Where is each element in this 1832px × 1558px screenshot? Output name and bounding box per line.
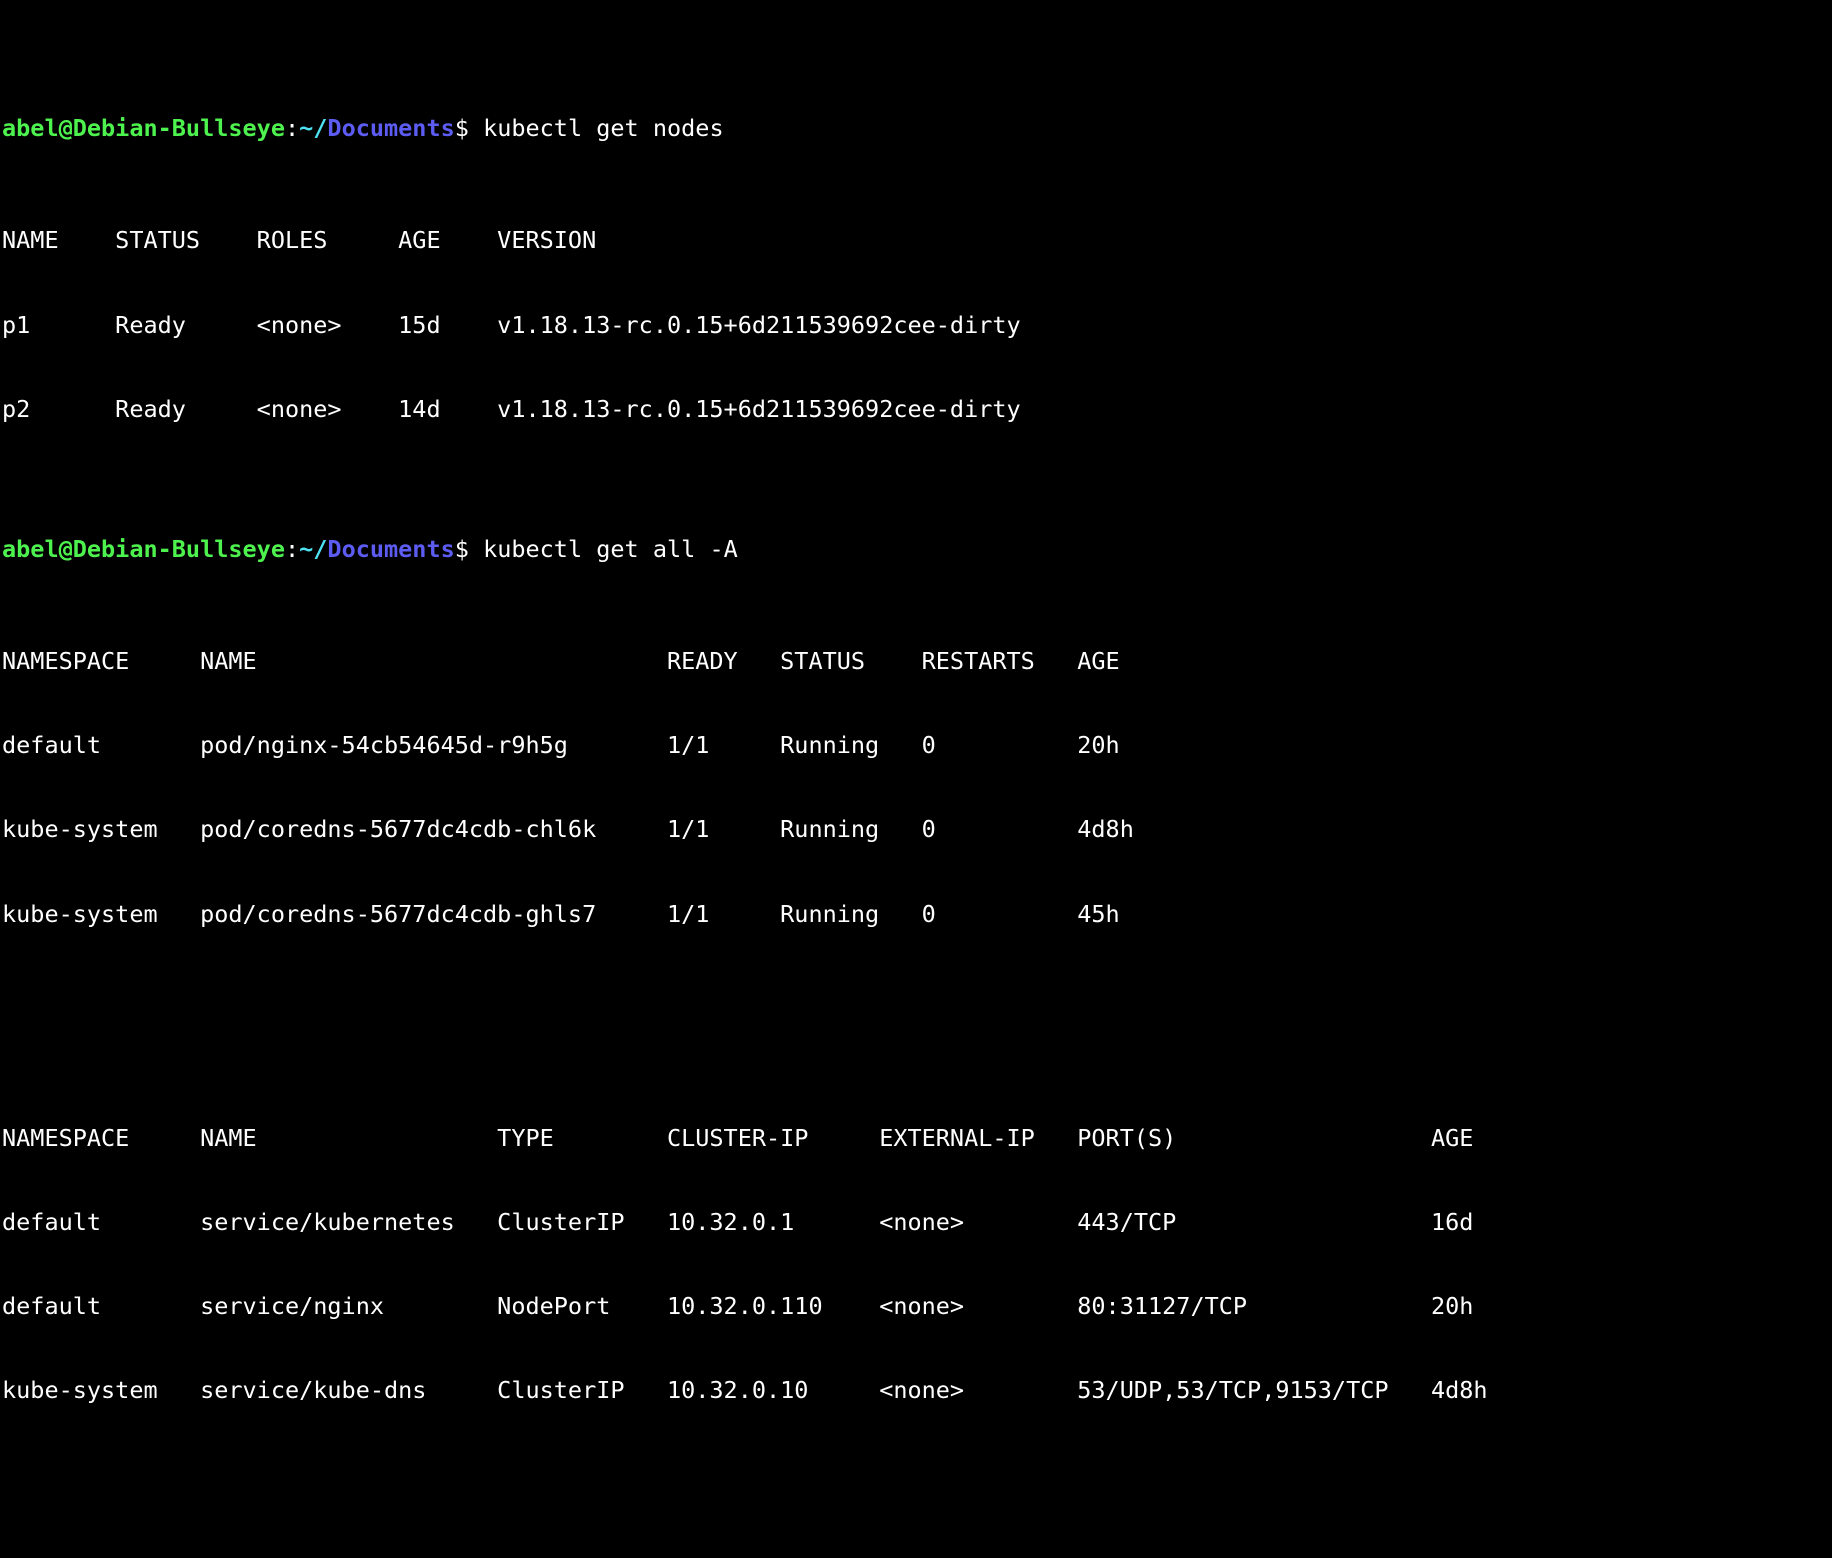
nodes-table-header: NAME STATUS ROLES AGE VERSION xyxy=(2,226,597,255)
table-row: p1 Ready <none> 15d v1.18.13-rc.0.15+6d2… xyxy=(2,310,1021,339)
services-table-header: NAMESPACE NAME TYPE CLUSTER-IP EXTERNAL-… xyxy=(2,1123,1474,1152)
prompt-user-host: abel@Debian-Bullseye xyxy=(2,534,285,563)
table-row: kube-system pod/coredns-5677dc4cdb-chl6k… xyxy=(2,815,1134,844)
prompt-line-1: abel@Debian-Bullseye:~/Documents$ kubect… xyxy=(2,114,1832,142)
command-get-nodes: kubectl get nodes xyxy=(468,114,724,143)
prompt-path: Documents xyxy=(327,534,455,563)
table-row: kube-system pod/coredns-5677dc4cdb-ghls7… xyxy=(2,899,1120,928)
table-row: default service/nginx NodePort 10.32.0.1… xyxy=(2,1292,1474,1321)
prompt-colon: : xyxy=(284,534,300,563)
prompt-dollar: $ xyxy=(454,114,469,143)
command-get-all: kubectl get all -A xyxy=(468,534,738,563)
table-row: default service/kubernetes ClusterIP 10.… xyxy=(2,1208,1474,1237)
prompt-path: Documents xyxy=(327,114,455,143)
prompt-line-2: abel@Debian-Bullseye:~/Documents$ kubect… xyxy=(2,535,1832,563)
prompt-dollar: $ xyxy=(454,534,469,563)
prompt-colon: : xyxy=(284,114,300,143)
prompt-user-host: abel@Debian-Bullseye xyxy=(2,114,285,143)
table-row: default pod/nginx-54cb54645d-r9h5g 1/1 R… xyxy=(2,731,1120,760)
table-row: p2 Ready <none> 14d v1.18.13-rc.0.15+6d2… xyxy=(2,394,1021,423)
terminal-window[interactable]: abel@Debian-Bullseye:~/Documents$ kubect… xyxy=(0,0,1832,1404)
prompt-tilde: ~/ xyxy=(299,534,328,563)
pods-table-header: NAMESPACE NAME READY STATUS RESTARTS AGE xyxy=(2,647,1120,676)
table-row: kube-system service/kube-dns ClusterIP 1… xyxy=(2,1376,1488,1405)
prompt-tilde: ~/ xyxy=(299,114,328,143)
